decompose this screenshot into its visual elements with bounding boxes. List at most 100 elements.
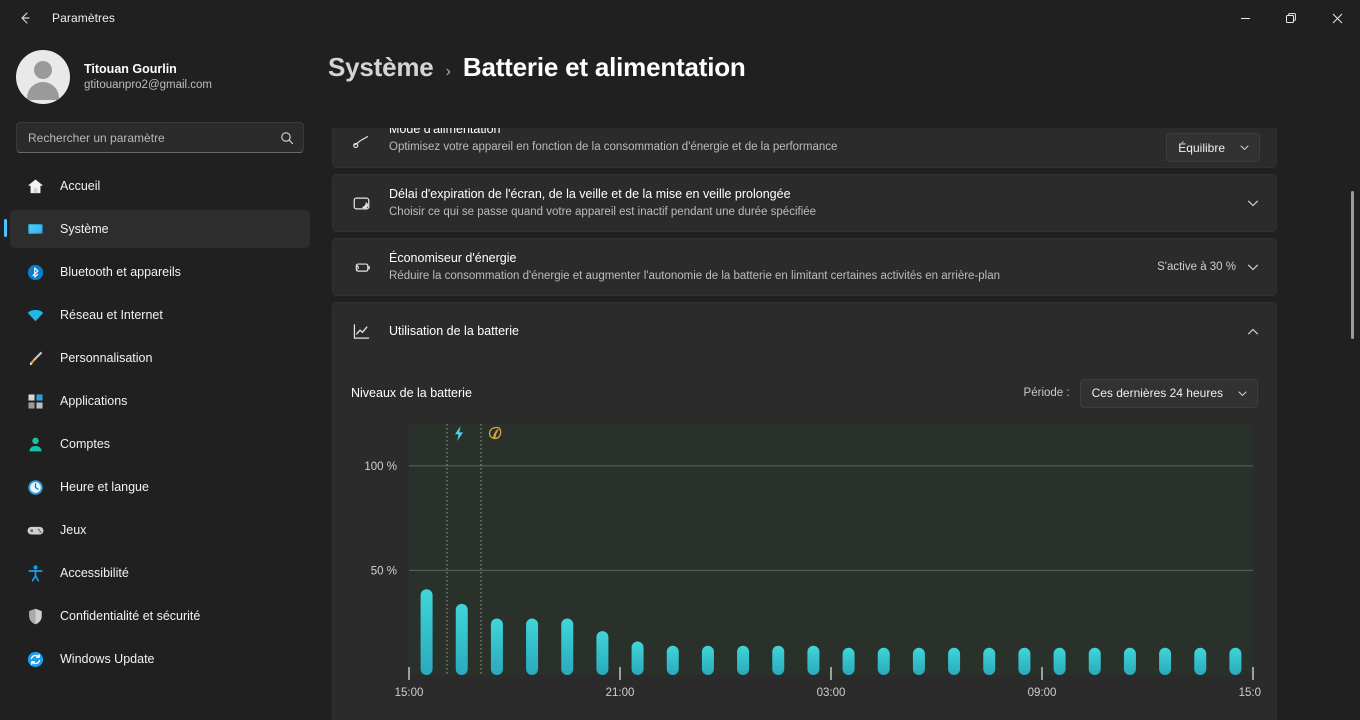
sidebar-item-label: Windows Update <box>60 652 155 666</box>
sidebar-item-systeme[interactable]: Système <box>4 210 310 248</box>
back-button[interactable] <box>8 3 42 33</box>
battery-chart-svg: 50 % 100 % 15:00 21:00 03:00 09:00 15:00 <box>364 424 1261 699</box>
apps-icon <box>24 390 46 412</box>
card-subtitle: Choisir ce qui se passe quand votre appa… <box>389 206 817 219</box>
power-mode-icon <box>349 132 373 152</box>
window-title: Paramètres <box>52 11 116 25</box>
sidebar-item-personnalisation[interactable]: Personnalisation <box>10 339 310 377</box>
sidebar-item-label: Bluetooth et appareils <box>60 265 181 279</box>
chart-bar <box>455 603 468 675</box>
search-input[interactable] <box>28 130 280 145</box>
sidebar-item-confidentialite[interactable]: Confidentialité et sécurité <box>10 597 310 635</box>
chart-bar <box>631 641 644 675</box>
x-axis-tick-label: 21:00 <box>606 687 635 699</box>
power-mode-dropdown[interactable]: Équilibre <box>1166 133 1260 162</box>
sidebar-item-label: Confidentialité et sécurité <box>60 609 201 623</box>
chevron-down-icon <box>1240 145 1249 151</box>
chart-bar <box>1088 647 1101 675</box>
y-axis-tick-label: 100 % <box>364 461 397 473</box>
card-subtitle: Réduire la consommation d'énergie et aug… <box>389 270 1001 283</box>
profile-email: gtitouanpro2@gmail.com <box>84 78 213 91</box>
arrow-left-icon <box>21 12 30 24</box>
sidebar-nav: Accueil Système Bluetooth et appareils R… <box>0 167 320 678</box>
chart-bar <box>490 618 503 675</box>
card-title: Utilisation de la batterie <box>389 324 519 339</box>
breadcrumb-separator: › <box>445 63 451 80</box>
chart-bar <box>737 645 750 675</box>
sidebar-item-label: Comptes <box>60 437 111 451</box>
clock-icon <box>24 476 46 498</box>
sidebar-item-windows-update[interactable]: Windows Update <box>10 640 310 678</box>
sidebar-item-accessibilite[interactable]: Accessibilité <box>10 554 310 592</box>
card-title: Délai d'expiration de l'écran, de la vei… <box>389 187 791 202</box>
wifi-icon <box>24 304 46 326</box>
breadcrumb: Système › Batterie et alimentation <box>328 36 1360 83</box>
close-button[interactable] <box>1314 0 1360 36</box>
minimize-icon <box>1240 17 1250 19</box>
chart-bar <box>877 647 890 675</box>
chart-bar <box>666 645 679 675</box>
expand-chevron-icon[interactable] <box>1246 260 1260 274</box>
sidebar-item-heure-langue[interactable]: Heure et langue <box>10 468 310 506</box>
card-power-mode[interactable]: Mode d'alimentation Optimisez votre appa… <box>332 128 1277 168</box>
collapse-chevron-icon[interactable] <box>1246 325 1260 339</box>
period-value: Ces dernières 24 heures <box>1091 386 1223 400</box>
content-scrollbar[interactable] <box>1351 191 1354 339</box>
sidebar-item-label: Heure et langue <box>60 480 149 494</box>
restore-button[interactable] <box>1268 0 1314 36</box>
gamepad-icon <box>24 519 46 541</box>
sidebar-item-label: Accessibilité <box>60 566 129 580</box>
chart-bar <box>1018 647 1031 675</box>
expand-chevron-icon[interactable] <box>1246 196 1260 210</box>
sidebar-item-applications[interactable]: Applications <box>10 382 310 420</box>
person-icon <box>24 433 46 455</box>
sidebar-item-label: Personnalisation <box>60 351 153 365</box>
profile-section[interactable]: Titouan Gourlin gtitouanpro2@gmail.com <box>0 36 320 108</box>
chart-bar <box>842 647 855 675</box>
chart-bar <box>948 647 961 675</box>
x-axis-tick-label: 09:00 <box>1028 687 1057 699</box>
home-icon <box>24 175 46 197</box>
chart-bar <box>983 647 996 675</box>
settings-scroll-region: Mode d'alimentation Optimisez votre appa… <box>328 128 1360 720</box>
sidebar-item-accueil[interactable]: Accueil <box>10 167 310 205</box>
chart-title: Niveaux de la batterie <box>351 386 472 400</box>
period-dropdown[interactable]: Ces dernières 24 heures <box>1079 378 1258 408</box>
sidebar-item-jeux[interactable]: Jeux <box>10 511 310 549</box>
window-controls <box>1222 0 1360 36</box>
card-battery-usage-header[interactable]: Utilisation de la batterie <box>332 302 1277 360</box>
chart-bar <box>807 645 820 675</box>
battery-levels-chart: 50 % 100 % 15:00 21:00 03:00 09:00 15:00 <box>351 418 1261 708</box>
content-area: Système › Batterie et alimentation Mode … <box>320 36 1360 720</box>
page-title: Batterie et alimentation <box>462 52 746 82</box>
avatar <box>16 50 70 104</box>
period-label: Période : <box>1023 387 1070 399</box>
minimize-button[interactable] <box>1222 0 1268 36</box>
sidebar-item-reseau[interactable]: Réseau et Internet <box>10 296 310 334</box>
profile-name: Titouan Gourlin <box>84 61 177 76</box>
chart-bar <box>1194 647 1207 675</box>
sidebar-item-label: Jeux <box>60 523 87 537</box>
chevron-down-icon <box>1238 391 1247 396</box>
chart-bar <box>1229 647 1242 675</box>
sidebar-item-label: Applications <box>60 394 128 408</box>
search-icon <box>280 131 294 145</box>
sidebar-item-comptes[interactable]: Comptes <box>10 425 310 463</box>
card-screen-sleep-timeout[interactable]: Délai d'expiration de l'écran, de la vei… <box>332 174 1277 232</box>
chart-bar <box>561 618 574 675</box>
screen-on-summary: Écran actif 2 h 47 min <box>351 708 1258 720</box>
card-subtitle: Optimisez votre appareil en fonction de … <box>389 141 838 154</box>
chart-bar <box>772 645 785 675</box>
breadcrumb-parent[interactable]: Système <box>328 52 434 83</box>
chart-bar <box>701 645 714 675</box>
restore-icon <box>1286 13 1296 23</box>
y-axis-tick-label: 50 % <box>371 565 397 577</box>
card-energy-saver[interactable]: Économiseur d'énergie Réduire la consomm… <box>332 238 1277 296</box>
sidebar-item-bluetooth[interactable]: Bluetooth et appareils <box>10 253 310 291</box>
x-axis-tick-label: 03:00 <box>817 687 846 699</box>
accessibility-icon <box>24 562 46 584</box>
brush-icon <box>24 347 46 369</box>
close-icon <box>1332 13 1342 23</box>
search-box[interactable] <box>16 122 304 153</box>
screen-sleep-icon <box>349 193 373 214</box>
